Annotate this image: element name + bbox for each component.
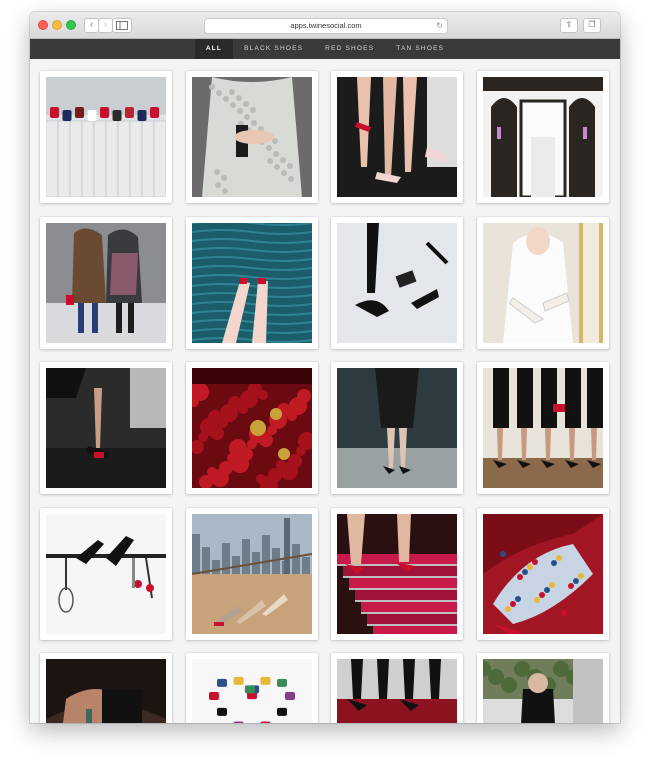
photo-image [192,77,312,197]
photo-image [46,514,166,634]
chevron-left-icon[interactable]: ‹ [84,18,99,33]
photo-image [337,223,457,343]
close-window-button[interactable] [38,20,48,30]
photo-card[interactable] [186,362,318,494]
photo-image [192,659,312,723]
photo-image [46,77,166,197]
photo-image [192,223,312,343]
filter-tab-all[interactable]: ALL [194,39,234,63]
filter-tab-tan-shoes[interactable]: TAN SHOES [385,39,455,59]
photo-card[interactable] [186,71,318,203]
photo-card[interactable] [477,508,609,640]
share-icon[interactable]: ⇧ [560,18,578,33]
filter-nav: ALL BLACK SHOES RED SHOES TAN SHOES [30,39,620,63]
photo-card[interactable] [331,508,463,640]
address-bar[interactable]: apps.twinesocial.com ↻ [204,18,448,34]
photo-card[interactable] [186,508,318,640]
photo-image [46,659,166,723]
photo-image [192,514,312,634]
photo-image [46,223,166,343]
photo-image [483,223,603,343]
photo-card[interactable] [40,508,172,640]
photo-image [483,368,603,488]
url-text: apps.twinesocial.com [290,21,362,30]
photo-card[interactable] [331,653,463,723]
browser-window: ‹ › apps.twinesocial.com ↻ ⇧ ❐ + ALLBLAC… [30,12,620,723]
photo-image [337,77,457,197]
photo-image [46,368,166,488]
photo-card[interactable] [186,653,318,723]
photo-gallery [30,59,620,723]
photo-image [337,659,457,723]
tabs-icon[interactable]: ❐ [583,18,601,33]
photo-image [337,368,457,488]
photo-card[interactable] [477,362,609,494]
photo-card[interactable] [477,217,609,349]
minimize-window-button[interactable] [52,20,62,30]
photo-card[interactable] [477,71,609,203]
chevron-right-icon[interactable]: › [98,18,113,33]
photo-image [483,659,603,723]
reload-icon[interactable]: ↻ [436,19,443,33]
photo-card[interactable] [40,653,172,723]
photo-card[interactable] [477,653,609,723]
photo-image [483,77,603,197]
photo-card[interactable] [331,362,463,494]
photo-card[interactable] [331,217,463,349]
photo-card[interactable] [40,362,172,494]
zoom-window-button[interactable] [66,20,76,30]
sidebar-icon[interactable] [112,18,132,33]
photo-image [192,368,312,488]
photo-image [483,514,603,634]
browser-toolbar: ‹ › apps.twinesocial.com ↻ ⇧ ❐ [30,12,620,39]
photo-card[interactable] [40,217,172,349]
filter-tab-black-shoes[interactable]: BLACK SHOES [233,39,314,59]
photo-card[interactable] [40,71,172,203]
photo-card[interactable] [186,217,318,349]
filter-tab-red-shoes[interactable]: RED SHOES [314,39,385,59]
photo-card[interactable] [331,71,463,203]
photo-image [337,514,457,634]
